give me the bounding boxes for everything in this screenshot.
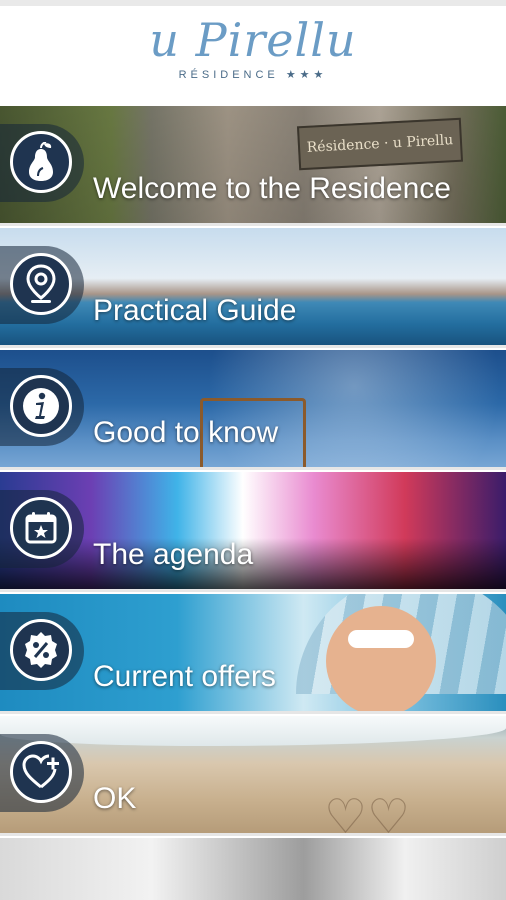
- menu-item-practical-guide[interactable]: Practical Guide: [0, 228, 506, 348]
- menu-item-agenda[interactable]: The agenda: [0, 472, 506, 592]
- location-pin-icon: [10, 253, 72, 315]
- calendar-star-icon: [10, 497, 72, 559]
- divider: [0, 833, 506, 836]
- residence-sign: Résidence · u Pirellu: [296, 117, 464, 171]
- divider: [0, 223, 506, 226]
- percent-badge-icon: [10, 619, 72, 681]
- heart-plus-icon: [10, 741, 72, 803]
- menu-item-label: OK: [93, 782, 137, 815]
- divider: [0, 467, 506, 470]
- top-bar: [0, 0, 506, 6]
- divider: [0, 711, 506, 714]
- residence-sign-text: Résidence · u Pirellu: [306, 132, 454, 156]
- menu-item-ok[interactable]: ♡♡ OK: [0, 716, 506, 836]
- woman-illustration: [326, 606, 436, 714]
- menu-item-label: Current offers: [93, 660, 276, 693]
- pear-icon: [10, 131, 72, 193]
- divider: [0, 345, 506, 348]
- menu-item-label: The agenda: [93, 538, 254, 571]
- menu-item-label: Welcome to the Residence: [93, 172, 451, 205]
- divider: [0, 589, 506, 592]
- partial-background-image: [0, 838, 506, 900]
- brand-title: u Pirellu: [149, 13, 357, 67]
- menu-item-label: Practical Guide: [93, 294, 297, 327]
- sand-hearts-illustration: ♡♡: [324, 791, 411, 837]
- menu-item-good-to-know[interactable]: Good to know: [0, 350, 506, 470]
- menu-item-partial[interactable]: [0, 838, 506, 900]
- brand-subtitle: RÉSIDENCE ★★★: [178, 69, 328, 81]
- menu-item-welcome[interactable]: Résidence · u Pirellu Welcome to the Res…: [0, 106, 506, 226]
- brand-logo: u Pirellu RÉSIDENCE ★★★: [0, 8, 506, 81]
- app-header: u Pirellu RÉSIDENCE ★★★: [0, 0, 506, 106]
- sunglasses-illustration: [348, 630, 414, 648]
- menu-item-current-offers[interactable]: Current offers: [0, 594, 506, 714]
- menu-item-label: Good to know: [93, 416, 279, 449]
- info-icon: [10, 375, 72, 437]
